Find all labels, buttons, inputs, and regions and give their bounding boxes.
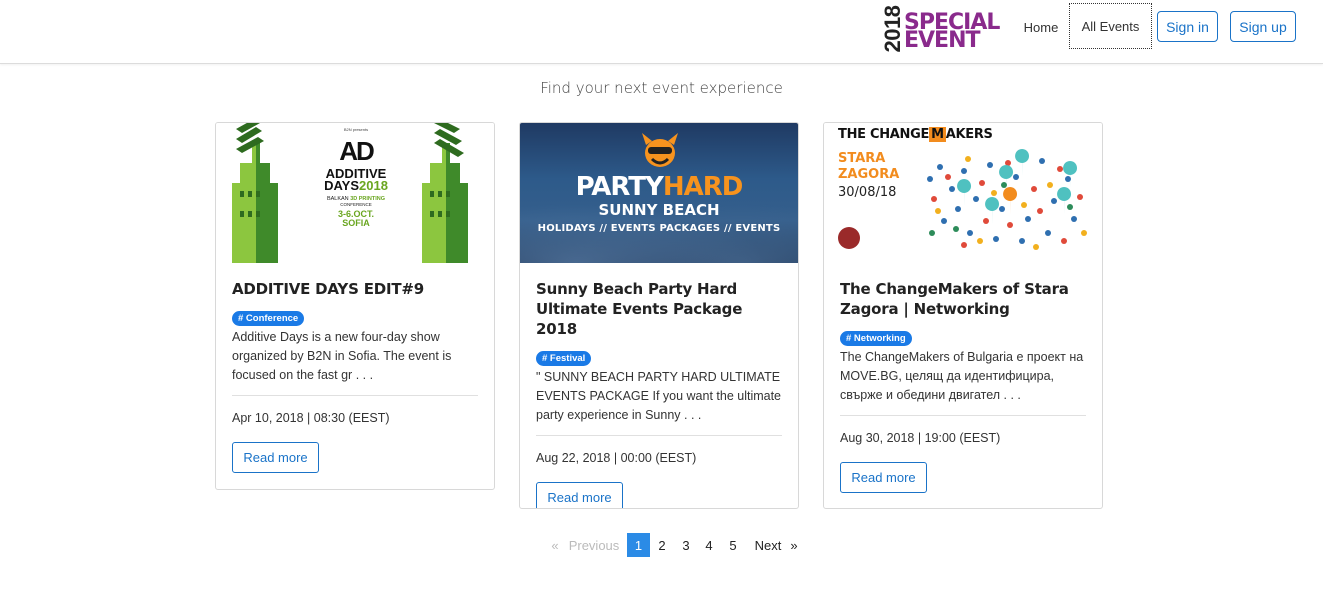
pagination-page-4[interactable]: 4 xyxy=(699,533,719,557)
seal-logo xyxy=(838,227,860,249)
changemakers-heading: THE CHANGE M AKERS xyxy=(838,127,993,142)
event-image-additive-days[interactable]: B2N presents AD ADDITIVE DAYS2018 BALKAN … xyxy=(216,123,494,263)
bulgaria-map-people-illustration xyxy=(927,149,1087,250)
event-date: Aug 22, 2018 | 00:00 (EEST) xyxy=(536,451,697,465)
sign-in-button[interactable]: Sign in xyxy=(1157,11,1218,42)
event-image-party-hard[interactable]: PARTYHARD SUNNY BEACH HOLIDAYS // EVENTS… xyxy=(520,123,798,263)
navbar: 2018 SPECIAL EVENT Home All Events Sign … xyxy=(0,0,1323,64)
category-badge[interactable]: # Conference xyxy=(232,311,305,326)
event-date: Apr 10, 2018 | 08:30 (EEST) xyxy=(232,411,390,425)
event-card: B2N presents AD ADDITIVE DAYS2018 BALKAN … xyxy=(215,122,495,490)
event-title[interactable]: Sunny Beach Party Hard Ultimate Events P… xyxy=(536,279,782,339)
event-description: " SUNNY BEACH PARTY HARD ULTIMATE EVENTS… xyxy=(536,368,782,436)
pagination-prev-arrow: « xyxy=(551,537,559,553)
tower-illustration-left xyxy=(232,123,278,263)
pagination-previous: Previous xyxy=(568,537,620,553)
pagination-page-3[interactable]: 3 xyxy=(676,533,696,557)
brand-logo[interactable]: 2018 SPECIAL EVENT xyxy=(880,2,1012,54)
page-tagline: Find your next event experience xyxy=(540,79,783,97)
party-hard-strip: HOLIDAYS // EVENTS PACKAGES // EVENTS xyxy=(537,223,781,234)
read-more-button[interactable]: Read more xyxy=(232,442,319,473)
event-title[interactable]: The ChangeMakers of Stara Zagora | Netwo… xyxy=(840,279,1086,319)
nav-home-link[interactable]: Home xyxy=(1016,0,1066,54)
event-description: The ChangeMakers of Bulgaria е проект на… xyxy=(840,348,1086,416)
brand-year: 2018 xyxy=(880,5,905,53)
pagination-page-1[interactable]: 1 xyxy=(627,533,650,557)
pagination-page-2[interactable]: 2 xyxy=(652,533,672,557)
event-date: Aug 30, 2018 | 19:00 (EEST) xyxy=(840,431,1001,445)
nav-all-events-link[interactable]: All Events xyxy=(1069,3,1152,49)
read-more-button[interactable]: Read more xyxy=(536,482,623,508)
category-badge[interactable]: # Networking xyxy=(840,331,912,346)
event-card: PARTYHARD SUNNY BEACH HOLIDAYS // EVENTS… xyxy=(519,122,799,509)
event-image-changemakers[interactable]: THE CHANGE M AKERS STARA ZAGORA 30/08/18 xyxy=(824,123,1102,263)
changemakers-city: STARA ZAGORA xyxy=(838,151,900,182)
sign-up-button[interactable]: Sign up xyxy=(1230,11,1296,42)
changemakers-date: 30/08/18 xyxy=(838,185,897,200)
party-hard-mascot-icon xyxy=(642,133,678,167)
party-hard-title: PARTYHARD xyxy=(575,172,744,202)
category-badge[interactable]: # Festival xyxy=(536,351,592,366)
tower-illustration-right xyxy=(422,123,468,263)
brand-line-2: EVENT xyxy=(904,28,981,53)
pagination-next[interactable]: Next xyxy=(750,533,786,557)
additive-days-poster-text: B2N presents AD ADDITIVE DAYS2018 BALKAN … xyxy=(324,127,388,228)
read-more-button[interactable]: Read more xyxy=(840,462,927,493)
pagination-next-arrow[interactable]: » xyxy=(787,533,801,557)
event-title[interactable]: ADDITIVE DAYS EDIT#9 xyxy=(232,279,478,299)
pagination: « Previous 1 2 3 4 5 Next » xyxy=(0,533,1323,557)
event-card: THE CHANGEMAKERS STARAZAGORA 30/08/18 xyxy=(823,122,1103,509)
pagination-page-5[interactable]: 5 xyxy=(723,533,743,557)
party-hard-subtitle: SUNNY BEACH xyxy=(598,201,720,219)
event-description: Additive Days is a new four-day show org… xyxy=(232,328,478,396)
